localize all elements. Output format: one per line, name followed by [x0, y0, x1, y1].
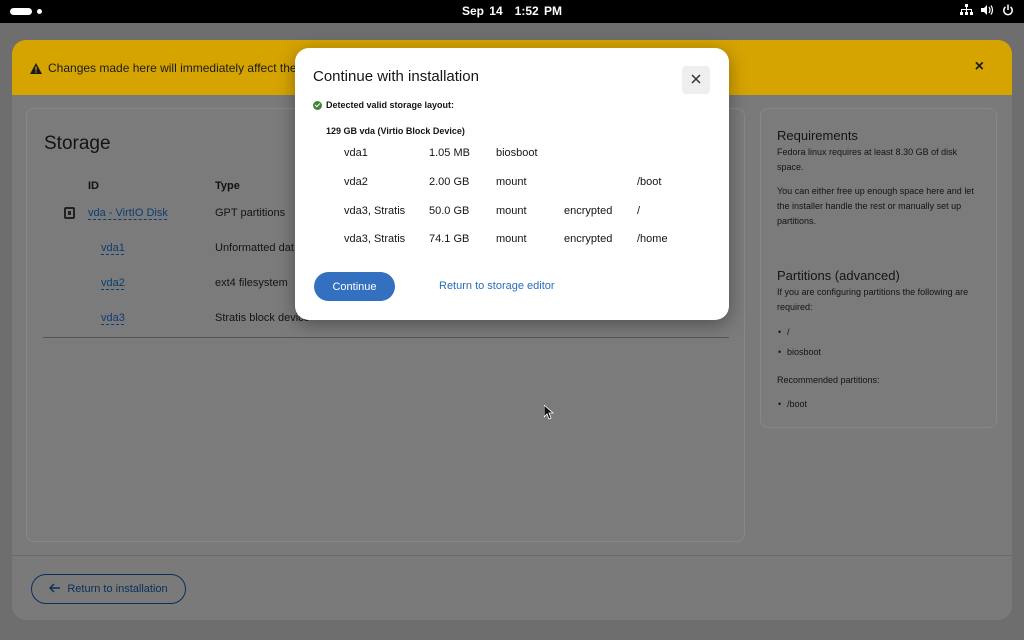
- device-type-vda2: ext4 filesystem: [215, 277, 288, 289]
- continue-button[interactable]: Continue: [314, 272, 395, 301]
- partition-mount: /boot: [637, 176, 662, 188]
- partition-encryption: encrypted: [564, 205, 613, 217]
- requirements-text-2: You can either free up enough space here…: [777, 186, 974, 226]
- partition-type: mount: [496, 205, 527, 217]
- partition-type: mount: [496, 176, 527, 188]
- device-type-vda3: Stratis block device: [215, 312, 310, 324]
- partitions-title: Partitions (advanced): [777, 268, 900, 283]
- volume-icon: [981, 4, 994, 16]
- partition-row: vda2 2.00 GB mount /boot: [295, 176, 729, 192]
- power-icon: [1002, 4, 1014, 16]
- device-heading: 129 GB vda (Virtio Block Device): [326, 126, 465, 136]
- close-icon: [691, 71, 701, 89]
- clock-time: 1:52 PM: [514, 4, 563, 18]
- arrow-left-icon: [49, 583, 61, 596]
- return-to-installation-label: Return to installation: [67, 583, 168, 595]
- network-icon: [960, 4, 973, 16]
- return-to-installation-button[interactable]: Return to installation: [31, 574, 186, 604]
- partition-type: mount: [496, 233, 527, 245]
- clock-date: Sep 14: [461, 4, 503, 18]
- required-partition-item: biosboot: [778, 347, 821, 357]
- device-type-vda1: Unformatted dat: [215, 242, 294, 254]
- device-link-vda[interactable]: vda - VirtIO Disk: [88, 207, 168, 219]
- warning-icon: [30, 61, 42, 79]
- partition-size: 74.1 GB: [429, 233, 470, 245]
- partition-size: 50.0 GB: [429, 205, 470, 217]
- device-link-vda1[interactable]: vda1: [101, 242, 125, 254]
- validation-status: Detected valid storage layout:: [313, 100, 454, 110]
- warning-text: Changes made here will immediately affec…: [48, 61, 322, 75]
- return-to-storage-editor-link[interactable]: Return to storage editor: [439, 280, 555, 292]
- footer-bar: Return to installation: [12, 555, 1012, 620]
- partition-row: vda3, Stratis 74.1 GB mount encrypted /h…: [295, 233, 729, 249]
- dialog-close-button[interactable]: [682, 66, 710, 94]
- requirements-panel: Requirements Fedora linux requires at le…: [760, 108, 997, 428]
- requirements-title: Requirements: [777, 128, 858, 143]
- recommended-label: Recommended partitions:: [777, 375, 880, 385]
- partition-name: vda3, Stratis: [344, 205, 406, 217]
- disk-icon: [64, 207, 75, 219]
- continue-installation-dialog: Continue with installation Detected vali…: [295, 48, 729, 320]
- device-type-vda: GPT partitions: [215, 207, 286, 219]
- storage-title: Storage: [44, 133, 111, 154]
- partition-mount: /home: [637, 233, 668, 245]
- device-link-vda3[interactable]: vda3: [101, 312, 125, 324]
- partition-name: vda2: [344, 176, 368, 188]
- table-divider: [43, 337, 729, 338]
- mouse-pointer-icon: [543, 404, 555, 425]
- partition-size: 2.00 GB: [429, 176, 470, 188]
- required-partition-item: /: [779, 327, 789, 337]
- dialog-title: Continue with installation: [313, 68, 479, 85]
- recommended-partition-item: /boot: [778, 399, 807, 409]
- warning-close-button[interactable]: ×: [975, 58, 984, 76]
- column-header-id[interactable]: ID: [88, 180, 99, 192]
- partition-type: biosboot: [496, 147, 538, 159]
- column-header-type[interactable]: Type: [215, 180, 240, 192]
- partition-name: vda3, Stratis: [344, 233, 406, 245]
- partition-encryption: encrypted: [564, 233, 613, 245]
- device-link-vda2[interactable]: vda2: [101, 277, 125, 289]
- partition-size: 1.05 MB: [429, 147, 470, 159]
- system-tray[interactable]: [960, 4, 1014, 16]
- partition-name: vda1: [344, 147, 368, 159]
- check-circle-icon: [313, 100, 322, 110]
- system-top-bar: Sep 14 1:52 PM: [0, 0, 1024, 23]
- partition-row: vda1 1.05 MB biosboot: [295, 147, 729, 163]
- partition-mount: /: [637, 205, 641, 217]
- validation-status-text: Detected valid storage layout:: [326, 100, 455, 110]
- requirements-text-1: Fedora linux requires at least 8.30 GB o…: [777, 147, 958, 172]
- clock[interactable]: Sep 14 1:52 PM: [0, 4, 1024, 18]
- partition-row: vda3, Stratis 50.0 GB mount encrypted /: [295, 205, 729, 221]
- partitions-text: If you are configuring partitions the fo…: [777, 287, 969, 312]
